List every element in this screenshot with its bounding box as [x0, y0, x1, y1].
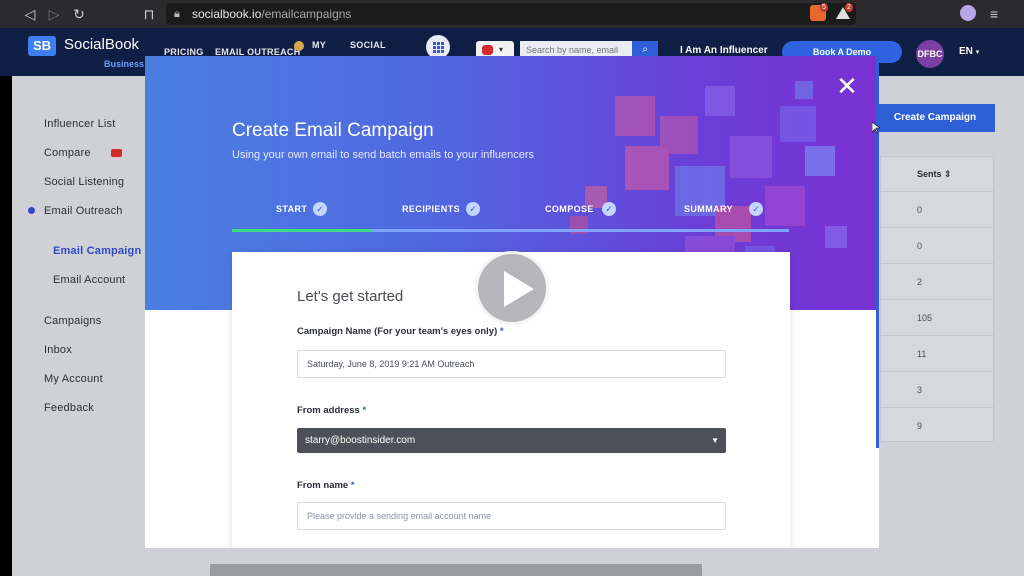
nav-social[interactable]: SOCIAL — [350, 40, 386, 51]
step-summary[interactable]: SUMMARY — [684, 202, 733, 216]
brave-icon[interactable]: 5 — [810, 3, 828, 21]
sidebar-item-feedback[interactable]: Feedback — [44, 402, 94, 415]
nav-my[interactable]: MY — [312, 40, 326, 51]
create-campaign-button[interactable]: Create Campaign — [875, 104, 995, 132]
footer-bar — [210, 564, 702, 576]
modal-subtitle: Using your own email to send batch email… — [232, 149, 535, 161]
row-divider — [880, 299, 994, 300]
close-icon[interactable]: ✕ — [835, 73, 859, 99]
form-heading: Let's get started — [297, 288, 404, 305]
row-divider — [880, 191, 994, 192]
browser-toolbar: ◁ ▷ ↻ ⊓ 🔒︎ socialbook.io/emailcampaigns … — [0, 0, 1024, 28]
mouse-cursor-icon — [872, 122, 880, 134]
avatar[interactable]: DFBC — [916, 40, 944, 68]
sidebar-item-email-outreach[interactable]: Email Outreach — [44, 205, 123, 218]
sidebar-item-email-account[interactable]: Email Account — [53, 274, 125, 287]
url-text: socialbook.io/emailcampaigns — [192, 7, 352, 21]
youtube-icon — [111, 149, 122, 157]
campaign-name-input[interactable]: Saturday, June 8, 2019 9:21 AM Outreach — [297, 350, 726, 378]
row-divider — [880, 407, 994, 408]
sidebar-item-my-account[interactable]: My Account — [44, 373, 103, 386]
reload-icon[interactable]: ↻ — [69, 4, 89, 24]
table-cell-sents: 11 — [917, 349, 927, 359]
row-divider — [880, 371, 994, 372]
logo-text[interactable]: SocialBook — [64, 36, 139, 54]
sidebar-item-inbox[interactable]: Inbox — [44, 344, 72, 357]
check-icon: ✓ — [313, 202, 327, 216]
from-name-input[interactable]: Please provide a sending email account n… — [297, 502, 726, 530]
check-icon: ✓ — [749, 202, 763, 216]
menu-icon[interactable]: ≡ — [984, 4, 1004, 24]
sidebar-item-influencer-list[interactable]: Influencer List — [44, 118, 115, 131]
table-cell-sents: 2 — [917, 277, 923, 287]
table-cell-sents: 0 — [917, 205, 923, 215]
address-bar[interactable]: 🔒︎ socialbook.io/emailcampaigns — [166, 3, 856, 25]
step-compose[interactable]: COMPOSE — [545, 202, 594, 216]
alert-icon[interactable]: 2 — [835, 3, 853, 21]
from-name-label: From name * — [297, 480, 355, 491]
profile-icon[interactable] — [960, 5, 976, 21]
caret-down-icon: ▾ — [499, 45, 504, 54]
back-icon[interactable]: ◁ — [20, 4, 40, 24]
step-start[interactable]: START — [276, 202, 307, 216]
row-divider — [880, 227, 994, 228]
campaign-name-label: Campaign Name (For your team's eyes only… — [297, 326, 504, 337]
logo-subtitle: Business — [104, 59, 145, 69]
active-dot — [28, 207, 35, 214]
sidebar-item-email-campaign[interactable]: Email Campaign — [53, 245, 141, 258]
step-recipients[interactable]: RECIPIENTS — [402, 202, 460, 216]
ext-badge: 5 — [820, 3, 828, 12]
caret-down-icon: ▼ — [711, 436, 719, 445]
table-cell-sents: 105 — [917, 313, 933, 323]
sidebar-item-compare[interactable]: Compare — [44, 147, 91, 160]
from-address-label: From address * — [297, 405, 367, 416]
youtube-icon — [482, 45, 493, 55]
from-address-select[interactable]: starry@boostinsider.com ▼ — [297, 428, 726, 453]
forward-icon[interactable]: ▷ — [44, 4, 64, 24]
sents-column-header[interactable]: Sents ⇕ — [917, 169, 952, 180]
logo-icon[interactable]: SB — [28, 36, 56, 56]
table-cell-sents: 9 — [917, 421, 923, 431]
ext-badge: 2 — [845, 3, 853, 12]
check-icon: ✓ — [602, 202, 616, 216]
sidebar-item-campaigns[interactable]: Campaigns — [44, 315, 101, 328]
step-progress-bar — [232, 229, 372, 232]
check-icon: ✓ — [466, 202, 480, 216]
bookmark-icon[interactable]: ⊓ — [139, 4, 159, 24]
lock-icon: 🔒︎ — [174, 8, 180, 20]
row-divider — [880, 335, 994, 336]
from-address-value: starry@boostinsider.com — [305, 435, 416, 446]
play-icon[interactable] — [475, 251, 549, 325]
table-cell-sents: 3 — [917, 385, 923, 395]
coin-icon — [294, 41, 304, 51]
modal-scrollbar[interactable] — [876, 56, 879, 448]
language-select[interactable]: EN ▾ — [959, 46, 979, 59]
sidebar-item-social-listening[interactable]: Social Listening — [44, 176, 124, 189]
row-divider — [880, 263, 994, 264]
modal-title: Create Email Campaign — [232, 120, 434, 141]
table-cell-sents: 0 — [917, 241, 923, 251]
